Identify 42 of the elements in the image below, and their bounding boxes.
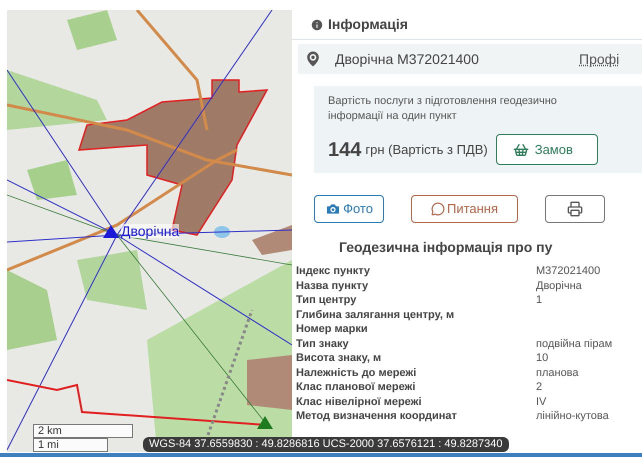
- row-value: планова: [536, 366, 579, 380]
- row-label: Метод визначення координат: [296, 409, 458, 424]
- row-label: Клас нівелірної мережі: [296, 394, 423, 409]
- speech-bubble-icon: [430, 202, 445, 216]
- price-amount: 144: [328, 138, 362, 162]
- row-value: 1: [536, 293, 542, 308]
- row-label: Глибина залягання центру, м: [296, 308, 456, 322]
- row-label: Тип знаку: [296, 336, 350, 351]
- triangle-marker-icon[interactable]: [257, 416, 273, 429]
- question-button[interactable]: Питання: [411, 195, 518, 223]
- print-button[interactable]: [545, 195, 605, 223]
- profile-link[interactable]: Профі: [579, 48, 620, 70]
- price-unit: грн (Вартість з ПДВ): [365, 140, 488, 159]
- price-note: Вартість послуги з підготовлення геодезично інформації на один пункт: [328, 94, 558, 124]
- row-label: Назва пункту: [296, 278, 370, 293]
- row-value: 2: [536, 380, 542, 394]
- point-name: Дворічна M372021400: [335, 50, 480, 69]
- row-value: лінійно-кутова: [536, 409, 609, 424]
- row-label: Висота знаку, м: [296, 351, 382, 366]
- printer-icon: [567, 201, 583, 217]
- panel-title: Інформація: [328, 15, 408, 34]
- row-value: IV: [536, 394, 546, 409]
- triangle-marker-icon[interactable]: [103, 224, 119, 238]
- camera-icon: [325, 201, 342, 217]
- point-label: Дворічна: [121, 224, 180, 238]
- order-button[interactable]: Замов: [496, 134, 598, 165]
- row-value: подвійна пірам: [536, 336, 612, 351]
- row-label: Тип центру: [296, 293, 358, 308]
- row-label: Клас планової мережі: [296, 380, 416, 394]
- row-label: Індекс пункту: [296, 264, 372, 278]
- row-label: Номер марки: [296, 322, 369, 336]
- row-label: Належність до мережі: [296, 366, 418, 380]
- row-value: M372021400: [536, 264, 600, 278]
- coordinates-bar: WGS-84 37.6559830 : 49.8286816 UCS-2000 37.6576121 : 49.8287340: [143, 437, 508, 452]
- photo-button[interactable]: Фото: [314, 195, 384, 223]
- row-value: Дворічна: [536, 278, 582, 293]
- scale-bar: 1 mi: [33, 438, 108, 452]
- basket-icon: [512, 142, 529, 158]
- scale-bar: 2 km: [33, 424, 133, 438]
- row-value: 10: [536, 351, 548, 366]
- info-icon: [310, 18, 324, 32]
- section-title: Геодезична інформація про пу: [339, 238, 554, 257]
